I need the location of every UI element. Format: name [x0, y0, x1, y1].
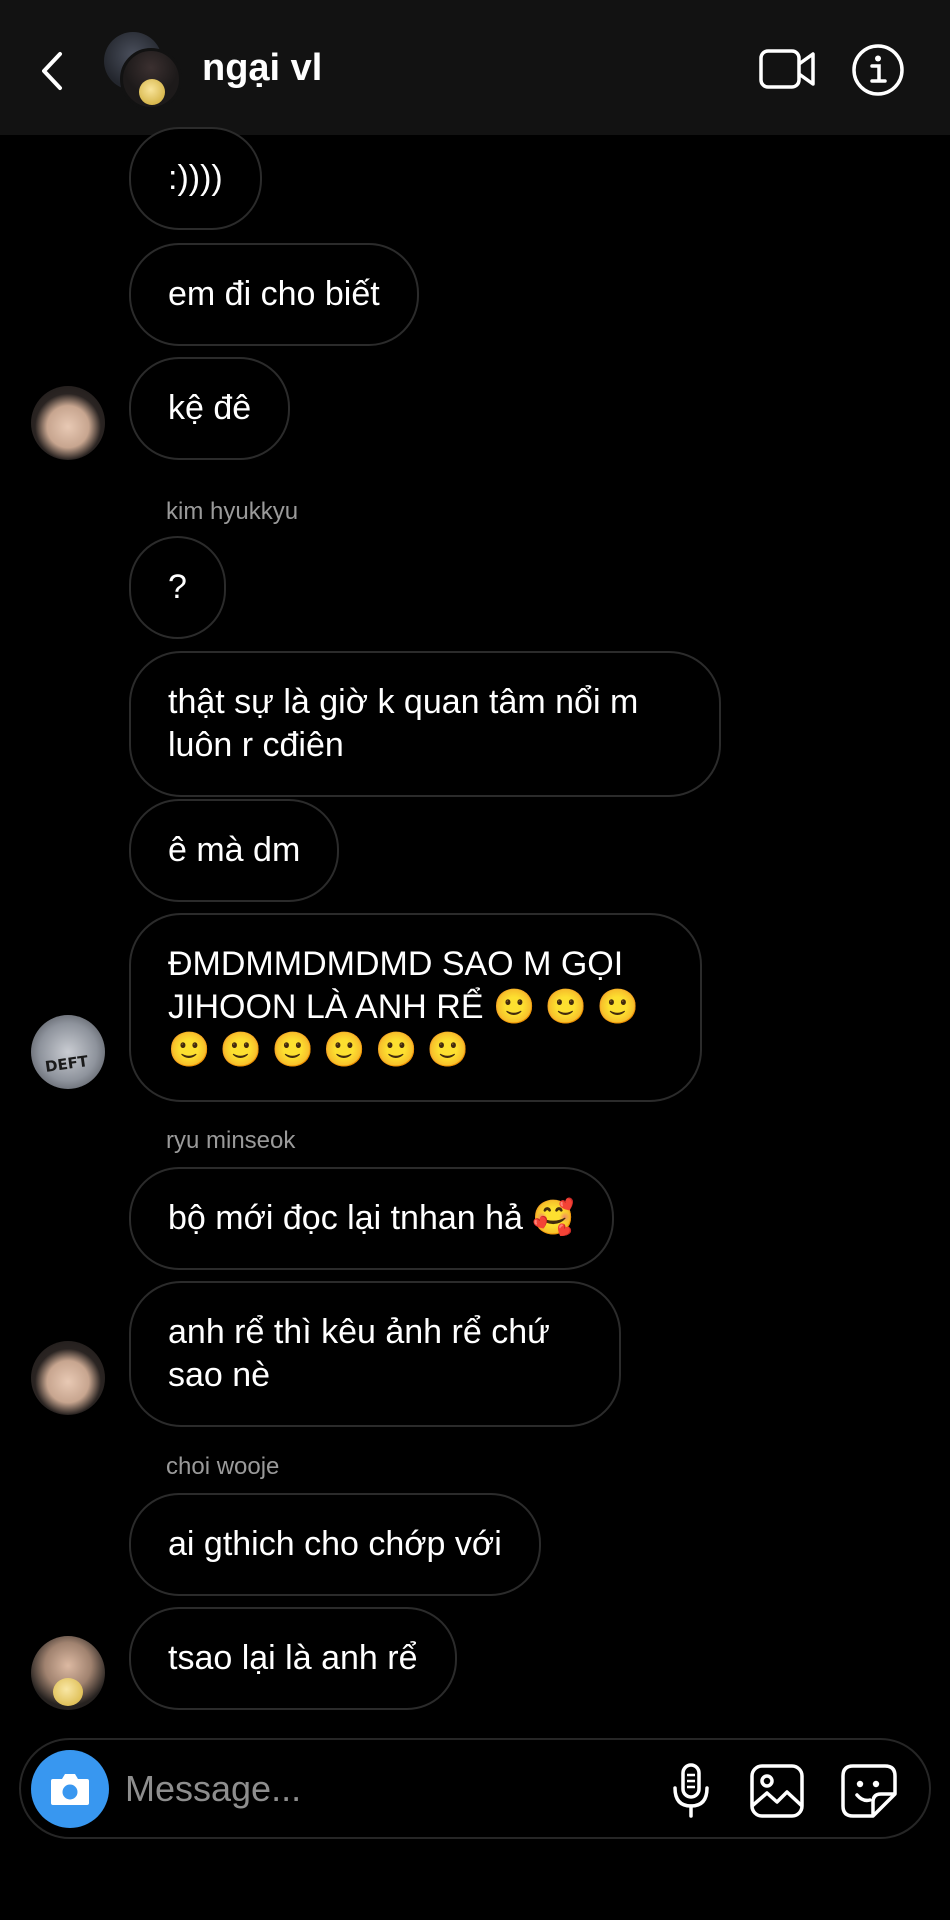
avatar[interactable]: [31, 1341, 105, 1415]
message-bubble[interactable]: kệ đê: [129, 357, 291, 460]
message-text: luôn r cđiên: [168, 726, 344, 764]
message-thread: :)))) em đi cho biết kệ đê kim hyukkyu ?…: [0, 127, 950, 1735]
message-input[interactable]: [125, 1762, 625, 1816]
message-text: anh rể thì kêu ảnh rể chứ: [168, 1313, 550, 1351]
message-bubble[interactable]: ai gthich cho chớp với: [129, 1493, 541, 1596]
message-bubble[interactable]: ĐMDMMDMDMD SAO M GỌI JIHOON LÀ ANH RỂ 🙂 …: [129, 913, 702, 1102]
sticker-icon[interactable]: [839, 1762, 899, 1820]
sender-name: kim hyukkyu: [166, 498, 299, 525]
camera-button[interactable]: [31, 1750, 109, 1828]
message-bubble[interactable]: ?: [129, 536, 226, 639]
message-text: sao nè: [168, 1356, 271, 1394]
message-text: tsao lại là anh rể: [168, 1639, 418, 1677]
group-avatar[interactable]: [104, 32, 184, 110]
avatar[interactable]: DEFT: [31, 1015, 105, 1089]
message-bubble[interactable]: ê mà dm: [129, 799, 340, 902]
message-bubble[interactable]: :)))): [129, 127, 262, 230]
message-composer: [19, 1738, 931, 1839]
message-text: 🙂 🙂 🙂 🙂 🙂 🙂: [168, 1031, 470, 1069]
chevron-left-icon[interactable]: [36, 46, 68, 96]
message-text: thật sự là giờ k quan tâm nổi m: [168, 683, 639, 721]
gallery-icon[interactable]: [747, 1762, 807, 1820]
message-bubble[interactable]: anh rể thì kêu ảnh rể chứ sao nè: [129, 1281, 621, 1427]
message-text: JIHOON LÀ ANH RỂ 🙂 🙂 🙂: [168, 988, 639, 1026]
message-text: :)))): [168, 159, 223, 197]
avatar: [120, 48, 182, 110]
message-text: ĐMDMMDMDMD SAO M GỌI: [168, 945, 624, 983]
video-camera-icon[interactable]: [758, 46, 816, 92]
message-text: ?: [168, 568, 187, 606]
message-bubble[interactable]: em đi cho biết: [129, 243, 419, 346]
avatar-badge-text: DEFT: [43, 1052, 90, 1076]
message-bubble[interactable]: bộ mới đọc lại tnhan hả 🥰: [129, 1167, 614, 1270]
message-bubble[interactable]: tsao lại là anh rể: [129, 1607, 457, 1710]
message-text: kệ đê: [168, 389, 252, 427]
message-text: ê mà dm: [168, 831, 301, 869]
microphone-icon[interactable]: [661, 1762, 721, 1820]
avatar[interactable]: [31, 1636, 105, 1710]
message-text: ai gthich cho chớp với: [168, 1525, 502, 1563]
message-text: em đi cho biết: [168, 275, 380, 313]
sender-name: ryu minseok: [166, 1127, 296, 1154]
chat-header: ngại vl: [0, 0, 950, 135]
message-bubble[interactable]: thật sự là giờ k quan tâm nổi m luôn r c…: [129, 651, 721, 797]
info-icon[interactable]: [851, 43, 905, 97]
chat-title[interactable]: ngại vl: [202, 47, 322, 90]
avatar[interactable]: [31, 386, 105, 460]
camera-icon: [51, 1774, 89, 1805]
message-text: bộ mới đọc lại tnhan hả 🥰: [168, 1199, 575, 1237]
sender-name: choi wooje: [166, 1453, 280, 1480]
